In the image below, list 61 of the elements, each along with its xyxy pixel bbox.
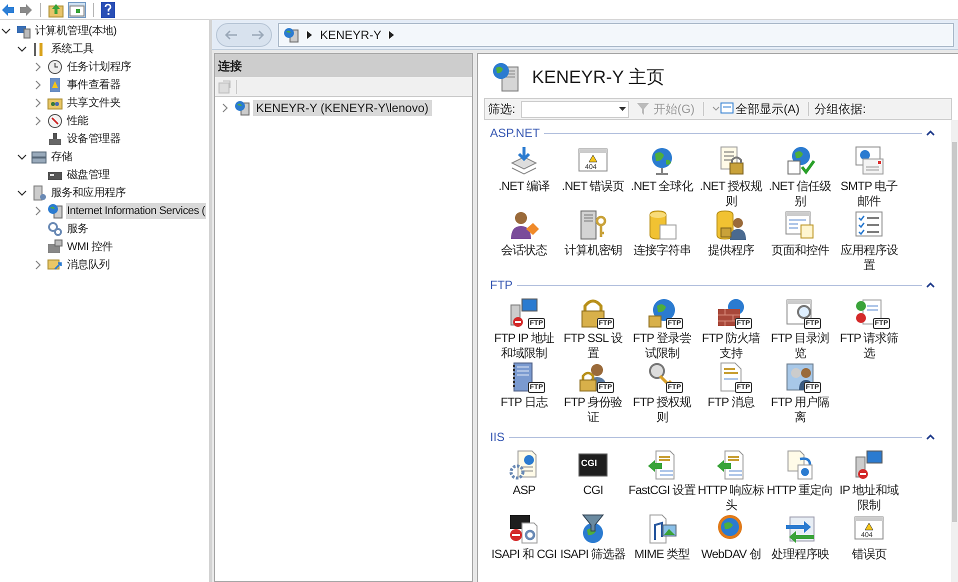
- tree-item[interactable]: Internet Information Services (: [66, 203, 206, 219]
- tree-item[interactable]: 服务: [66, 221, 90, 237]
- feature-label[interactable]: MIME 类型: [628, 547, 696, 562]
- feature-label[interactable]: .NET 授权规则: [697, 179, 765, 209]
- tree-item[interactable]: 磁盘管理: [66, 167, 111, 183]
- tree-item[interactable]: 任务计划程序: [66, 59, 132, 75]
- group-header: ASP.NET: [490, 125, 540, 142]
- feature-label[interactable]: FTP 消息: [697, 395, 765, 410]
- feature-label[interactable]: FTP 防火墙支持: [697, 331, 765, 361]
- address-field[interactable]: KENEYR-Y: [278, 22, 954, 46]
- feature-label[interactable]: .NET 编译: [490, 179, 558, 194]
- feature-label[interactable]: SMTP 电子邮件: [835, 179, 903, 209]
- feature-label[interactable]: FTP SSL 设置: [559, 331, 627, 361]
- feature-label[interactable]: FastCGI 设置: [628, 483, 696, 498]
- feature-label[interactable]: 提供程序: [697, 243, 765, 258]
- feature-label[interactable]: HTTP 重定向: [766, 483, 834, 498]
- feature-label[interactable]: FTP 目录浏览: [766, 331, 834, 361]
- feature-label[interactable]: 应用程序设置: [835, 243, 903, 273]
- feature-label[interactable]: FTP IP 地址和域限制: [490, 331, 558, 361]
- page-title: KENEYR-Y 主页: [532, 66, 665, 88]
- tree-item[interactable]: 性能: [66, 113, 90, 129]
- feature-label[interactable]: FTP 授权规则: [628, 395, 696, 425]
- tree-item[interactable]: 存储: [50, 149, 74, 165]
- icon-text: CGI: [581, 458, 598, 468]
- group-by-label: 分组依据:: [814, 101, 866, 118]
- tree-item[interactable]: WMI 控件: [66, 239, 114, 255]
- feature-label[interactable]: 计算机密钥: [559, 243, 627, 258]
- tree-item[interactable]: 事件查看器: [66, 77, 122, 93]
- feature-label[interactable]: CGI: [559, 483, 627, 498]
- tree-item[interactable]: 系统工具: [50, 41, 95, 57]
- feature-label[interactable]: 连接字符串: [628, 243, 696, 258]
- show-all-button[interactable]: 全部显示(A): [710, 100, 802, 118]
- feature-label[interactable]: 处理程序映: [766, 547, 834, 562]
- feature-label[interactable]: .NET 信任级别: [766, 179, 834, 209]
- feature-label[interactable]: FTP 身份验证: [559, 395, 627, 425]
- feature-label[interactable]: ASP: [490, 483, 558, 498]
- feature-label[interactable]: .NET 全球化: [628, 179, 696, 194]
- tree-item[interactable]: 设备管理器: [66, 131, 122, 147]
- filter-label: 筛选:: [488, 101, 516, 118]
- feature-label[interactable]: 页面和控件: [766, 243, 834, 258]
- tree-item[interactable]: KENEYR-Y (KENEYR-Y\lenovo): [253, 100, 432, 116]
- feature-label[interactable]: 错误页: [835, 547, 903, 562]
- feature-label[interactable]: .NET 错误页: [559, 179, 627, 194]
- feature-label[interactable]: HTTP 响应标头: [697, 483, 765, 513]
- feature-label[interactable]: WebDAV 创: [697, 547, 765, 562]
- feature-label[interactable]: ISAPI 和 CGI: [490, 547, 558, 562]
- feature-label[interactable]: FTP 用户隔离: [766, 395, 834, 425]
- pane-header: 连接: [215, 54, 472, 77]
- group-header: FTP: [490, 277, 513, 294]
- group-header: IIS: [490, 429, 505, 446]
- feature-label[interactable]: 会话状态: [490, 243, 558, 258]
- tree-item[interactable]: 计算机管理(本地): [34, 23, 118, 39]
- tree-item[interactable]: 消息队列: [66, 257, 111, 273]
- feature-label[interactable]: ISAPI 筛选器: [559, 547, 627, 562]
- tree-item[interactable]: 服务和应用程序: [50, 185, 127, 201]
- feature-label[interactable]: FTP 登录尝试限制: [628, 331, 696, 361]
- breadcrumb-item[interactable]: KENEYR-Y: [320, 26, 382, 44]
- feature-label[interactable]: FTP 请求筛选: [835, 331, 903, 361]
- tree-item[interactable]: 共享文件夹: [66, 95, 122, 111]
- feature-label[interactable]: FTP 日志: [490, 395, 558, 410]
- feature-label[interactable]: IP 地址和域限制: [835, 483, 903, 513]
